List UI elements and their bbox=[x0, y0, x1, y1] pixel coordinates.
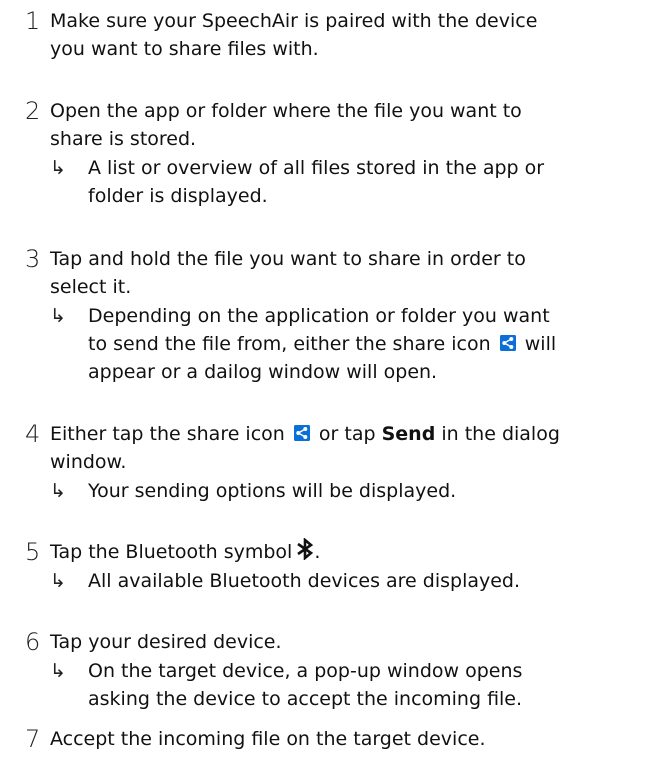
step-text-segment: or tap bbox=[318, 423, 376, 445]
result-line: asking the device to accept the incoming… bbox=[88, 688, 523, 710]
step-line: Either tap the share icon or tap Send in… bbox=[50, 420, 645, 448]
send-label: Send bbox=[381, 423, 436, 445]
result-text: Your sending options will be displayed. bbox=[88, 477, 643, 505]
result-line: appear or a dailog window will open. bbox=[88, 361, 438, 383]
step-line: window. bbox=[50, 451, 127, 473]
step-line: Accept the incoming file on the target d… bbox=[50, 728, 486, 750]
step-number: 4 bbox=[25, 420, 41, 448]
step-instruction: Make sure your SpeechAir is paired with … bbox=[50, 7, 645, 63]
result-arrow-icon: ↳ bbox=[50, 570, 66, 592]
result-arrow-icon: ↳ bbox=[50, 157, 66, 179]
step-instruction: Accept the incoming file on the target d… bbox=[50, 725, 645, 753]
step-text-segment: Either tap the share icon bbox=[50, 423, 285, 445]
result-text: All available Bluetooth devices are disp… bbox=[88, 567, 643, 595]
step-line: share is stored. bbox=[50, 128, 197, 150]
result-text-segment: will bbox=[524, 333, 557, 355]
step-number: 1 bbox=[25, 7, 41, 35]
step-instruction: Tap and hold the file you want to share … bbox=[50, 245, 645, 301]
step-number: 3 bbox=[25, 245, 41, 273]
step-line: Tap and hold the file you want to share … bbox=[50, 248, 526, 270]
step-number: 5 bbox=[25, 538, 41, 566]
result-text: On the target device, a pop-up window op… bbox=[88, 657, 643, 713]
result-text: Depending on the application or folder y… bbox=[88, 302, 643, 386]
step-line: Make sure your SpeechAir is paired with … bbox=[50, 10, 538, 32]
result-line: A list or overview of all files stored i… bbox=[88, 157, 545, 179]
step-instruction: Tap your desired device. bbox=[50, 628, 645, 656]
step-number: 2 bbox=[25, 97, 41, 125]
result-line: to send the file from, either the share … bbox=[88, 330, 643, 358]
result-arrow-icon: ↳ bbox=[50, 305, 66, 327]
step-line: Open the app or folder where the file yo… bbox=[50, 100, 522, 122]
step-text-segment: . bbox=[314, 541, 321, 563]
share-icon bbox=[499, 331, 516, 351]
bluetooth-icon bbox=[296, 537, 314, 561]
result-text: A list or overview of all files stored i… bbox=[88, 154, 643, 210]
step-number: 7 bbox=[25, 725, 41, 753]
step-instruction: Open the app or folder where the file yo… bbox=[50, 97, 645, 153]
step-line: select it. bbox=[50, 276, 132, 298]
step-text-segment: Tap the Bluetooth symbol bbox=[50, 541, 293, 563]
result-line: Depending on the application or folder y… bbox=[88, 305, 550, 327]
step-number: 6 bbox=[25, 628, 41, 656]
step-line: Tap your desired device. bbox=[50, 631, 282, 653]
step-text-segment: in the dialog bbox=[441, 423, 560, 445]
step-instruction: Tap the Bluetooth symbol . bbox=[50, 537, 645, 566]
result-arrow-icon: ↳ bbox=[50, 660, 66, 682]
step-line: Tap the Bluetooth symbol . bbox=[50, 537, 645, 566]
step-instruction: Either tap the share icon or tap Send in… bbox=[50, 420, 645, 476]
result-line: All available Bluetooth devices are disp… bbox=[88, 570, 521, 592]
result-line: On the target device, a pop-up window op… bbox=[88, 660, 523, 682]
result-arrow-icon: ↳ bbox=[50, 480, 66, 502]
step-line: you want to share files with. bbox=[50, 38, 319, 60]
result-line: Your sending options will be displayed. bbox=[88, 480, 457, 502]
result-text-segment: to send the file from, either the share … bbox=[88, 333, 491, 355]
result-line: folder is displayed. bbox=[88, 185, 268, 207]
share-icon bbox=[293, 421, 310, 441]
instruction-page: { "steps": [ { "number": "1", "line1": "… bbox=[0, 0, 660, 765]
